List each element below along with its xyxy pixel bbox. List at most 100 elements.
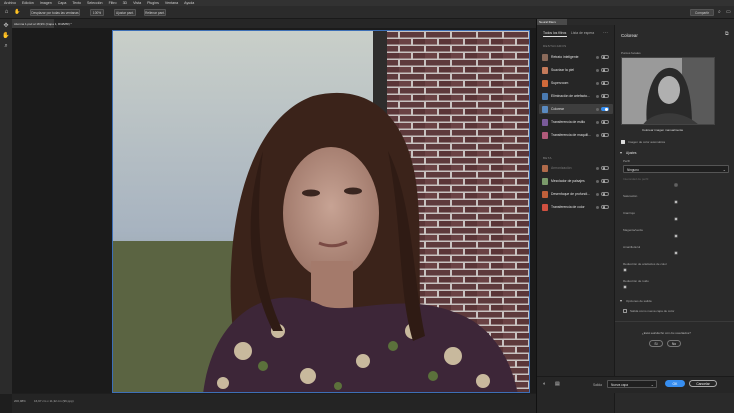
filter-toggle[interactable] xyxy=(601,81,609,85)
slider-label: Reducción de artefactos de color xyxy=(623,262,667,266)
adjustment-slider[interactable] xyxy=(623,200,729,204)
slider-knob[interactable] xyxy=(674,200,678,204)
menu-item[interactable]: Selección xyxy=(87,1,103,5)
menu-item[interactable]: Ventana xyxy=(165,1,178,5)
yes-button[interactable]: Sí xyxy=(649,340,663,347)
slider-label: Magenta/verde xyxy=(623,228,644,232)
scroll-all-windows-button[interactable]: Desplazar por todas las ventanas xyxy=(30,9,80,16)
ok-button[interactable]: OK xyxy=(665,380,685,387)
status-bar: 200,98% 16,97 cm x 11,32 cm (96 ppp) xyxy=(12,394,536,413)
fit-screen-button[interactable]: Ajustar pant. xyxy=(114,9,136,16)
filter-settings: Colorear ⧉ Puntos focales Colorear image… xyxy=(615,25,734,413)
filter-toggle[interactable] xyxy=(601,133,609,137)
workspace-icon[interactable]: ▭ xyxy=(726,9,732,16)
adjustment-slider[interactable] xyxy=(623,251,729,255)
share-button[interactable]: Compartir xyxy=(690,9,714,16)
filter-toggle[interactable] xyxy=(601,55,609,59)
adjustment-slider[interactable] xyxy=(623,217,729,221)
filter-item[interactable]: Desenfoque de profundi... xyxy=(539,189,613,199)
menu-item[interactable]: Filtro xyxy=(109,1,117,5)
preview-image[interactable] xyxy=(621,57,715,125)
menu-item[interactable]: Vista xyxy=(133,1,141,5)
chevron-down-icon[interactable]: ▾ xyxy=(620,150,622,155)
menu-item[interactable]: Imagen xyxy=(40,1,52,5)
slider-knob[interactable] xyxy=(623,268,627,272)
filter-thumbnail xyxy=(542,79,548,87)
filter-toggle[interactable] xyxy=(601,68,609,72)
filter-thumbnail xyxy=(542,203,548,211)
filter-item[interactable]: Transferencia de color xyxy=(539,202,613,212)
slider-knob[interactable] xyxy=(623,285,627,289)
home-icon[interactable]: ⌂ xyxy=(3,9,10,16)
menu-item[interactable]: Edición xyxy=(22,1,34,5)
filter-item[interactable]: Armonización xyxy=(539,163,613,173)
tab-all-filters[interactable]: Todos los filtros xyxy=(543,31,566,35)
filter-toggle[interactable] xyxy=(601,120,609,124)
filter-item[interactable]: Retrato inteligente xyxy=(539,52,613,62)
filter-toggle[interactable] xyxy=(601,107,609,111)
cloud-status-icon xyxy=(596,81,599,85)
slider-knob[interactable] xyxy=(674,234,678,238)
menu-item[interactable]: Texto xyxy=(72,1,81,5)
cloud-status-icon xyxy=(596,179,599,183)
zoom-level-button[interactable]: 100% xyxy=(90,9,104,16)
slider-knob[interactable] xyxy=(674,217,678,221)
adjustment-slider[interactable] xyxy=(623,285,729,289)
auto-color-checkbox[interactable] xyxy=(621,140,625,144)
hand-tool-icon[interactable]: ✋ xyxy=(2,33,10,40)
canvas-area[interactable] xyxy=(12,28,536,393)
filter-toggle[interactable] xyxy=(601,192,609,196)
document-image[interactable] xyxy=(112,30,530,393)
slider-label: Reducción de ruido xyxy=(623,279,649,283)
filter-item[interactable]: Transferencia de maquill... xyxy=(539,130,613,140)
slider-track xyxy=(623,269,729,271)
tab-waitlist[interactable]: Lista de espera xyxy=(571,31,594,35)
adjustment-slider[interactable] xyxy=(623,268,729,272)
layer-preview-icon[interactable]: ▤ xyxy=(555,381,560,387)
compare-icon[interactable]: ◐ xyxy=(543,381,546,387)
filter-toggle[interactable] xyxy=(601,205,609,209)
output-new-layer-checkbox[interactable] xyxy=(623,309,627,313)
menu-item[interactable]: Plugins xyxy=(147,1,159,5)
zoom-tool-icon[interactable]: ⌕ xyxy=(2,43,10,50)
output-dropdown[interactable]: Nueva capa ⌄ xyxy=(607,380,657,388)
chevron-down-icon[interactable]: ▾ xyxy=(620,298,622,303)
filter-toggle[interactable] xyxy=(601,166,609,170)
output-options-label[interactable]: Opciones de salida xyxy=(626,299,652,303)
hand-tool-icon[interactable]: ✋ xyxy=(14,9,21,16)
move-tool-icon[interactable]: ✥ xyxy=(2,23,10,30)
menu-item[interactable]: 3D xyxy=(123,1,128,5)
profile-label: Perfil xyxy=(623,159,630,163)
no-button[interactable]: No xyxy=(667,340,681,347)
filter-item[interactable]: Eliminación de artefacto... xyxy=(539,91,613,101)
fill-screen-button[interactable]: Rellenar pant. xyxy=(144,9,166,16)
status-zoom[interactable]: 200,98% xyxy=(14,399,26,403)
slider-knob[interactable] xyxy=(674,251,678,255)
profile-dropdown[interactable]: Ninguno ⌄ xyxy=(623,165,729,173)
search-icon[interactable]: ⌕ xyxy=(718,9,724,16)
menu-item[interactable]: Capa xyxy=(58,1,67,5)
filter-item[interactable]: Transferencia de estilo xyxy=(539,117,613,127)
adjustment-slider[interactable] xyxy=(623,234,729,238)
filter-label: Suavizar la piel xyxy=(551,68,574,72)
document-tab-label: Alumna 1.psd al 18,9% (Capa 1, RGB/8#) * xyxy=(14,21,72,26)
more-options-icon[interactable]: ⋯ xyxy=(603,30,608,36)
document-tab[interactable]: Alumna 1.psd al 18,9% (Capa 1, RGB/8#) * xyxy=(12,19,72,28)
menu-item[interactable]: Ayuda xyxy=(184,1,194,5)
menu-item[interactable]: Archivo xyxy=(4,1,16,5)
filter-item[interactable]: Suavizar la piel xyxy=(539,65,613,75)
preview-caption[interactable]: Colorear imagen manualmente xyxy=(642,128,683,132)
filter-thumbnail xyxy=(542,66,548,74)
filter-label: Superzoom xyxy=(551,81,569,85)
status-doc-info: 16,97 cm x 11,32 cm (96 ppp) xyxy=(34,399,74,403)
adjustments-label[interactable]: Ajustes xyxy=(626,151,636,155)
filter-label: Colorear xyxy=(551,107,565,111)
filter-item[interactable]: Mezclador de paisajes xyxy=(539,176,613,186)
filter-toggle[interactable] xyxy=(601,179,609,183)
output-new-layer-label: Salida como nueva capa de color xyxy=(630,309,675,313)
filter-toggle[interactable] xyxy=(601,94,609,98)
filter-item[interactable]: Superzoom xyxy=(539,78,613,88)
cancel-button[interactable]: Cancelar xyxy=(689,380,717,387)
filter-item[interactable]: Colorear xyxy=(539,104,613,114)
panel-layers-icon[interactable]: ⧉ xyxy=(725,31,729,37)
